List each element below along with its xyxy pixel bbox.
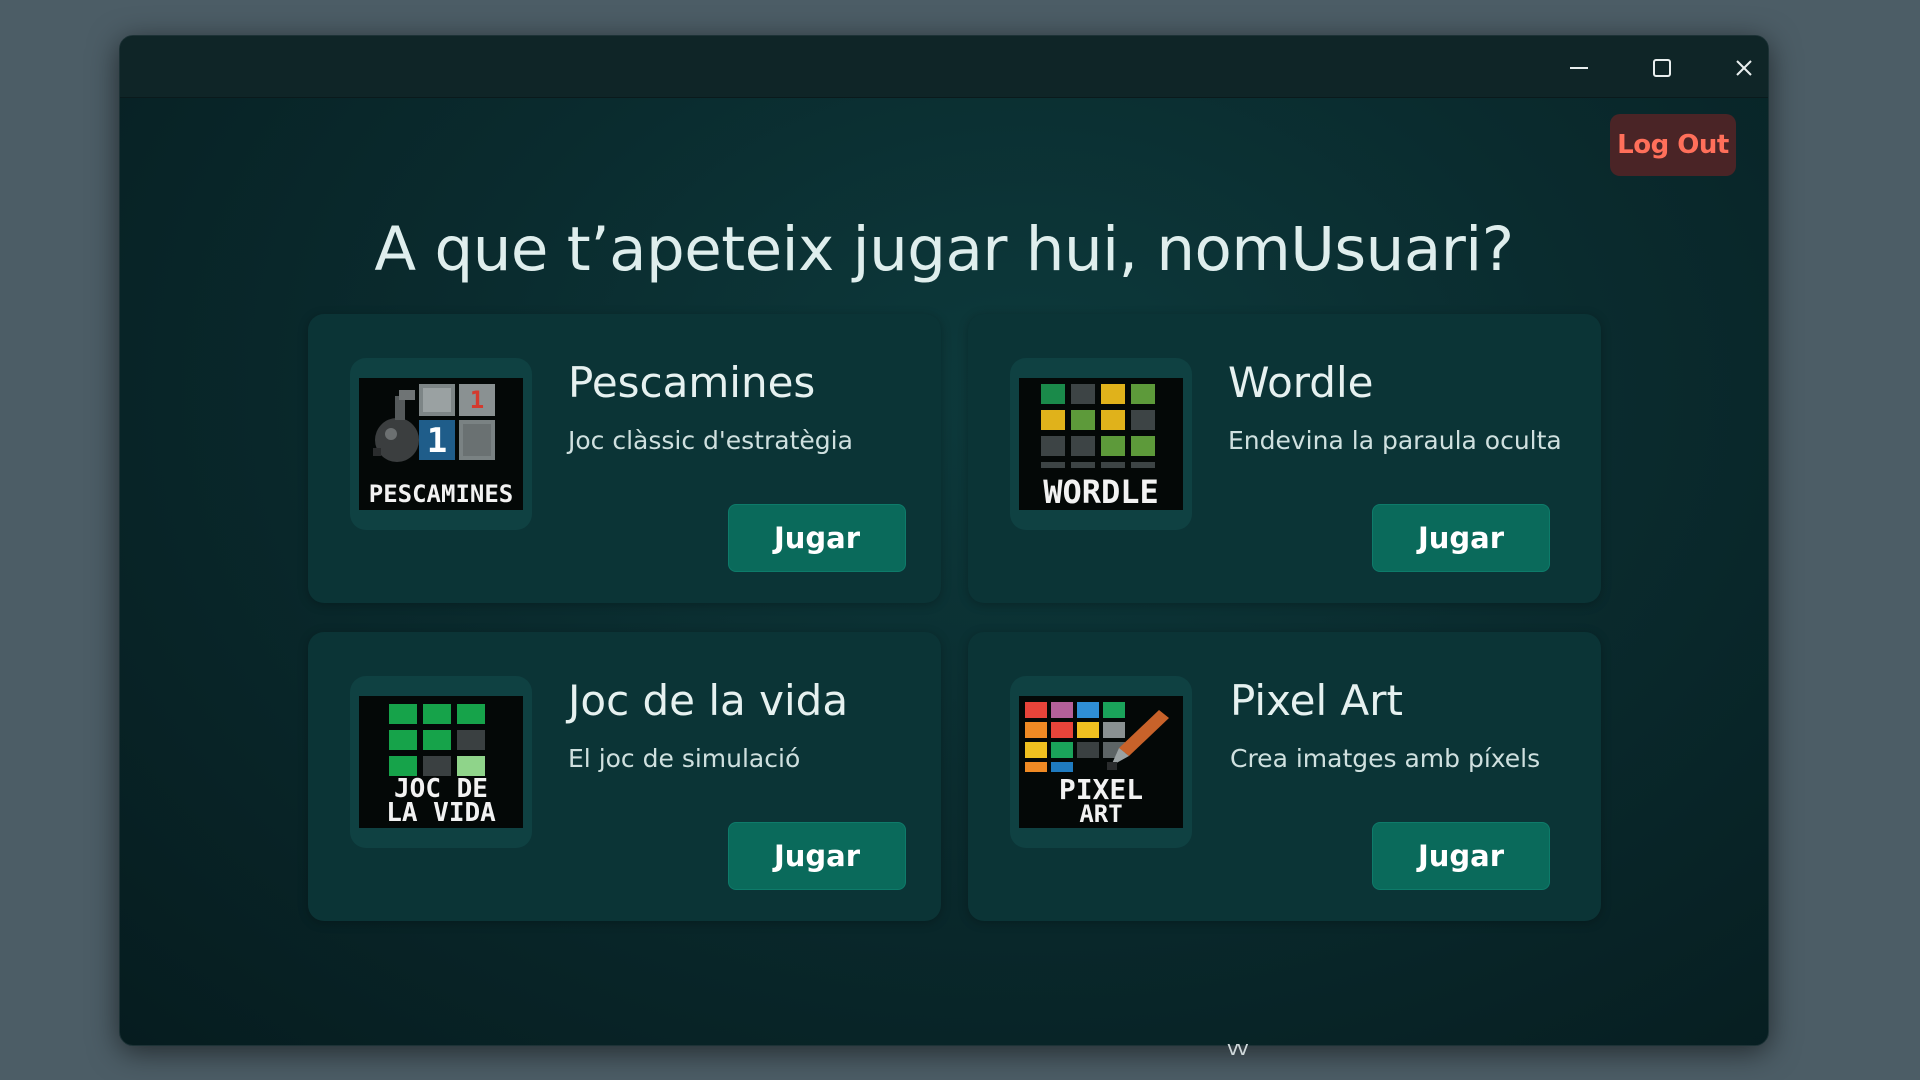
page-title: A que t’apeteix jugar hui, nomUsuari? [374, 214, 1514, 285]
game-icon-frame: 1 1 PESCAMINES [350, 358, 532, 530]
game-icon-frame: PIXEL ART [1010, 676, 1192, 848]
game-title-joc-de-la-vida: Joc de la vida [568, 676, 849, 725]
game-description-pescamines: Joc clàssic d'estratègia [568, 426, 853, 455]
minesweeper-icon: 1 1 PESCAMINES [359, 378, 523, 510]
game-icon-frame: WORDLE [1010, 358, 1192, 530]
play-button-pescamines[interactable]: Jugar [728, 504, 906, 572]
game-card-joc-de-la-vida: JOC DE LA VIDA Joc de la vida El joc de … [308, 632, 941, 921]
minimize-icon[interactable] [1557, 50, 1601, 86]
wordle-icon-label: WORDLE [1043, 473, 1159, 510]
svg-text:1: 1 [427, 421, 447, 461]
app-window: Log Out A que t’apeteix jugar hui, nomUs… [119, 35, 1769, 1046]
game-description-wordle: Endevina la paraula oculta [1228, 426, 1562, 455]
game-description-pixel-art: Crea imatges amb píxels [1230, 744, 1541, 773]
wordle-icon: WORDLE [1019, 378, 1183, 510]
footer-text: vv [1227, 1036, 1249, 1060]
minesweeper-icon-label: PESCAMINES [368, 480, 514, 508]
pixel-art-icon: PIXEL ART [1019, 696, 1183, 828]
play-button-joc-de-la-vida[interactable]: Jugar [728, 822, 906, 890]
svg-text:1: 1 [470, 386, 484, 414]
game-description-joc-de-la-vida: El joc de simulació [568, 744, 801, 773]
game-of-life-icon-label-line2: LA VIDA [386, 798, 496, 828]
game-card-pescamines: 1 1 PESCAMINES Pescamines Joc clàssic d'… [308, 314, 941, 603]
play-button-pixel-art[interactable]: Jugar [1372, 822, 1550, 890]
game-title-pixel-art: Pixel Art [1230, 676, 1403, 725]
maximize-icon[interactable] [1640, 50, 1684, 86]
logout-button[interactable]: Log Out [1610, 114, 1736, 176]
close-icon[interactable] [1722, 50, 1766, 86]
title-bar [120, 36, 1768, 98]
game-icon-frame: JOC DE LA VIDA [350, 676, 532, 848]
game-title-pescamines: Pescamines [568, 358, 816, 407]
game-of-life-icon: JOC DE LA VIDA [359, 696, 523, 828]
pixel-art-icon-label-line2: ART [1079, 800, 1123, 828]
game-card-wordle: WORDLE Wordle Endevina la paraula oculta… [968, 314, 1601, 603]
game-card-pixel-art: PIXEL ART Pixel Art Crea imatges amb píx… [968, 632, 1601, 921]
play-button-wordle[interactable]: Jugar [1372, 504, 1550, 572]
game-title-wordle: Wordle [1228, 358, 1374, 407]
